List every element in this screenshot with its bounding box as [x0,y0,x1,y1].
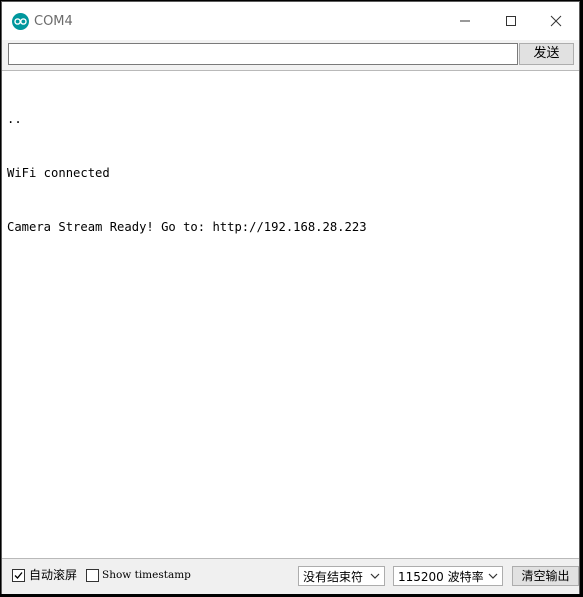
line-ending-select[interactable]: 没有结束符 [298,566,385,586]
check-icon [14,572,23,579]
timestamp-label[interactable]: Show timestamp [102,568,191,582]
serial-send-input[interactable] [8,43,518,65]
arduino-icon [12,13,29,30]
window-title: COM4 [34,14,73,29]
send-row: 发送 [2,40,579,71]
maximize-icon [506,16,516,26]
autoscroll-checkbox[interactable] [12,569,25,582]
output-line: WiFi connected [7,166,110,180]
timestamp-checkbox[interactable] [86,569,99,582]
autoscroll-label[interactable]: 自动滚屏 [29,568,77,582]
clear-output-button[interactable]: 清空输出 [512,566,579,586]
minimize-button[interactable] [442,2,488,40]
chevron-down-icon [488,573,498,579]
send-button[interactable]: 发送 [519,43,574,65]
status-bar: 自动滚屏 Show timestamp 没有结束符 115200 波特率 清空输… [2,558,579,594]
baud-rate-value: 115200 波特率 [398,570,484,584]
minimize-icon [460,20,470,22]
title-bar[interactable]: COM4 [2,2,579,40]
output-line: Camera Stream Ready! Go to: http://192.1… [7,220,367,234]
serial-monitor-window: COM4 发送 .. WiFi connected Camera Stream … [1,1,580,594]
close-icon [550,15,562,27]
chevron-down-icon [370,573,380,579]
maximize-button[interactable] [488,2,534,40]
output-line: .. [7,112,22,126]
baud-rate-select[interactable]: 115200 波特率 [393,566,503,586]
line-ending-value: 没有结束符 [303,570,364,584]
serial-output[interactable]: .. WiFi connected Camera Stream Ready! G… [2,71,579,558]
close-button[interactable] [533,2,579,40]
